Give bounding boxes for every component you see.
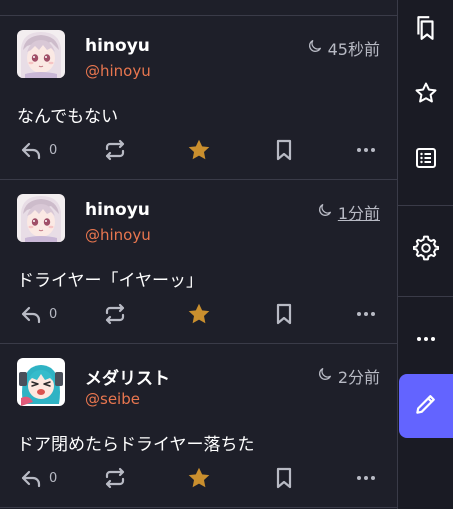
account-handle[interactable]: @seibe [85, 390, 140, 408]
moon-icon [317, 202, 333, 222]
boost-button[interactable] [103, 463, 127, 493]
more-button[interactable] [355, 135, 377, 165]
more-icon [355, 302, 377, 326]
bookmark-button[interactable] [272, 463, 296, 493]
boost-button[interactable] [103, 299, 127, 329]
post-timestamp[interactable]: 2分前 [317, 364, 380, 388]
status-post[interactable]: hinoyu @hinoyu 45秒前 なんでもない 0 [0, 16, 397, 180]
account-handle[interactable]: @hinoyu [85, 62, 151, 80]
moon-icon [317, 366, 333, 386]
bookmark-icon [272, 466, 296, 490]
reply-button[interactable]: 0 [19, 299, 57, 329]
divider [398, 205, 453, 206]
more-icon [355, 138, 377, 162]
avatar[interactable] [17, 358, 65, 406]
star-icon [186, 137, 212, 163]
post-content: ドライヤー「イヤーッ」 [17, 271, 203, 291]
moon-icon [307, 38, 323, 58]
boost-icon [103, 138, 127, 162]
more-icon [415, 327, 437, 355]
boost-icon [103, 466, 127, 490]
more-button[interactable] [355, 299, 377, 329]
reply-count: 0 [49, 142, 58, 158]
post-timestamp[interactable]: 1分前 [317, 200, 380, 224]
post-actions: 0 [0, 463, 397, 493]
star-icon [186, 465, 212, 491]
bookmark-button[interactable] [272, 299, 296, 329]
sidebar-item-settings[interactable] [398, 230, 453, 270]
sidebar [397, 0, 453, 509]
boost-button[interactable] [103, 135, 127, 165]
gear-icon [412, 235, 440, 265]
reply-icon [19, 302, 43, 326]
post-actions: 0 [0, 299, 397, 329]
sidebar-item-more[interactable] [398, 321, 453, 361]
timeline-feed: hinoyu @hinoyu 45秒前 なんでもない 0 hinoyu @hin… [0, 0, 397, 509]
reply-icon [19, 466, 43, 490]
post-content: なんでもない [17, 107, 119, 127]
post-content: ドア閉めたらドライヤー落ちた [17, 435, 255, 455]
bookmark-button[interactable] [272, 135, 296, 165]
status-post[interactable]: hinoyu @hinoyu 1分前 ドライヤー「イヤーッ」 0 [0, 180, 397, 344]
pencil-icon [413, 391, 439, 421]
list-icon [414, 146, 438, 174]
favourite-button[interactable] [186, 299, 212, 329]
reply-button[interactable]: 0 [19, 463, 57, 493]
favourite-button[interactable] [186, 135, 212, 165]
status-post[interactable]: メダリスト @seibe 2分前 ドア閉めたらドライヤー落ちた 0 [0, 344, 397, 508]
boost-icon [103, 302, 127, 326]
time-text: 45秒前 [327, 40, 380, 59]
sidebar-item-lists[interactable] [398, 140, 453, 180]
sidebar-item-bookmarks[interactable] [398, 10, 453, 50]
reply-count: 0 [49, 470, 58, 486]
bookmarks-icon [413, 15, 439, 45]
star-icon [186, 301, 212, 327]
avatar[interactable] [17, 30, 65, 78]
display-name[interactable]: hinoyu [85, 36, 150, 56]
compose-button[interactable] [399, 374, 453, 438]
bookmark-icon [272, 138, 296, 162]
reply-icon [19, 138, 43, 162]
more-icon [355, 466, 377, 490]
more-button[interactable] [355, 463, 377, 493]
post-timestamp[interactable]: 45秒前 [307, 36, 380, 60]
post-actions: 0 [0, 135, 397, 165]
star-icon [414, 81, 438, 109]
reply-button[interactable]: 0 [19, 135, 57, 165]
divider [398, 296, 453, 297]
time-text: 2分前 [337, 368, 380, 387]
time-text: 1分前 [337, 204, 380, 223]
bookmark-icon [272, 302, 296, 326]
account-handle[interactable]: @hinoyu [85, 226, 151, 244]
favourite-button[interactable] [186, 463, 212, 493]
avatar[interactable] [17, 194, 65, 242]
sidebar-item-favourites[interactable] [398, 75, 453, 115]
reply-count: 0 [49, 306, 58, 322]
display-name[interactable]: メダリスト [85, 364, 170, 389]
display-name[interactable]: hinoyu [85, 200, 150, 220]
